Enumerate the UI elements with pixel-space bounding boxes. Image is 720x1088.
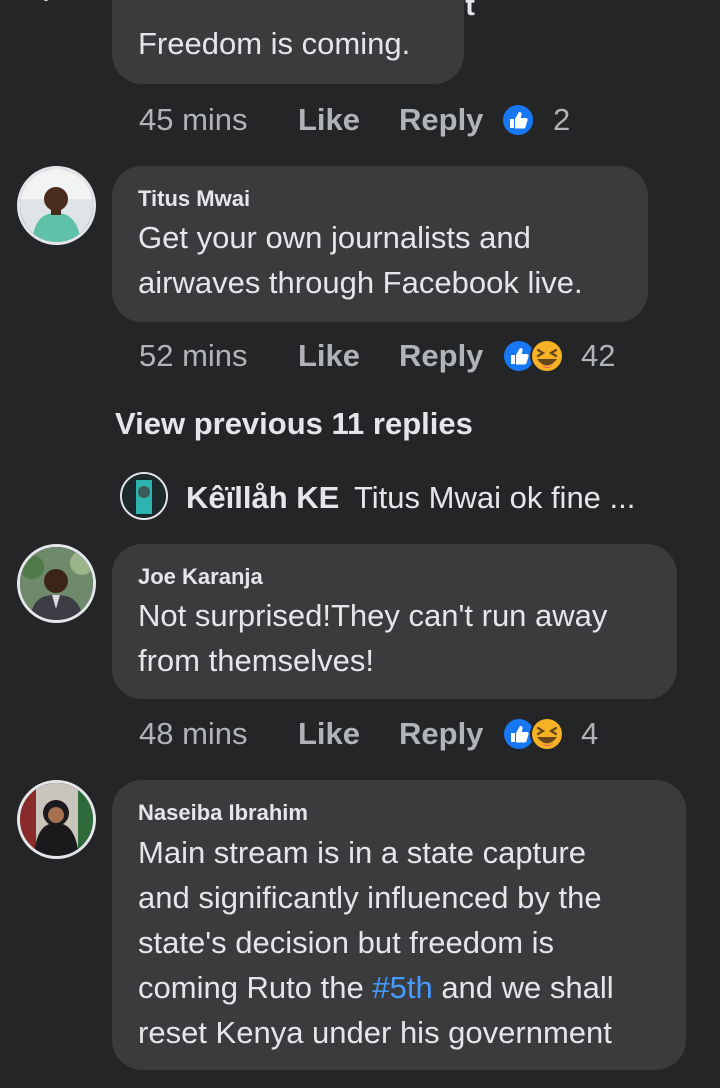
comment-meta-row: 45 mins Like Reply 2 bbox=[139, 102, 599, 142]
commenter-name[interactable]: Naseiba Ibrahim bbox=[138, 800, 308, 826]
commenter-name[interactable]: Titus Mwai bbox=[138, 186, 250, 212]
comment-text-partial: Freedom is coming. bbox=[138, 26, 411, 61]
commenter-name[interactable]: Joe Karanja bbox=[138, 564, 263, 590]
view-previous-replies-link[interactable]: View previous 11 replies bbox=[115, 406, 473, 442]
reaction-count[interactable]: 4 bbox=[581, 716, 598, 752]
comment-text-line: coming Ruto the #5th and we shall bbox=[138, 965, 614, 1010]
comment-text-line: from themselves! bbox=[138, 643, 375, 678]
comment-text-line: airwaves through Facebook live. bbox=[138, 265, 583, 300]
comment-text-line: Get your own journalists and bbox=[138, 220, 531, 255]
comment-text-line: Not surprised!They can't run away bbox=[138, 598, 608, 633]
latest-reply-row[interactable]: Kêïllåh KE Titus Mwai ok fine ... bbox=[120, 472, 720, 522]
comment-meta-row: 48 mins Like Reply 4 bbox=[139, 716, 639, 756]
like-haha-reaction-icon[interactable] bbox=[500, 716, 566, 752]
reply-button[interactable]: Reply bbox=[399, 102, 483, 138]
like-button[interactable]: Like bbox=[298, 716, 360, 752]
reply-button[interactable]: Reply bbox=[399, 716, 483, 752]
comment-bubble[interactable]: Joe Karanja Not surprised!They can't run… bbox=[112, 544, 677, 699]
avatar[interactable] bbox=[17, 166, 96, 245]
comment-bubble[interactable]: Naseiba Ibrahim Main stream is in a stat… bbox=[112, 780, 686, 1070]
reaction-count[interactable]: 2 bbox=[553, 102, 570, 138]
like-haha-reaction-icon[interactable] bbox=[500, 338, 566, 374]
reply-preview-text: Titus Mwai ok fine ... bbox=[354, 480, 636, 515]
comment-text-segment: and we shall bbox=[432, 970, 614, 1005]
like-button[interactable]: Like bbox=[298, 102, 360, 138]
comment-text-line: reset Kenya under his government bbox=[138, 1015, 612, 1050]
comment-text-segment: coming Ruto the bbox=[138, 970, 373, 1005]
like-reaction-icon[interactable] bbox=[500, 102, 536, 138]
avatar[interactable] bbox=[17, 544, 96, 623]
avatar[interactable] bbox=[17, 780, 96, 859]
comment-meta-row: 52 mins Like Reply 42 bbox=[139, 338, 639, 378]
reaction-count[interactable]: 42 bbox=[581, 338, 615, 374]
comment-time: 52 mins bbox=[139, 338, 248, 373]
avatar[interactable] bbox=[120, 472, 168, 520]
comment-text-line: state's decision but freedom is bbox=[138, 925, 555, 960]
comment-bubble-partial[interactable]: Freedom is coming. bbox=[112, 0, 464, 84]
comment-time: 48 mins bbox=[139, 716, 248, 751]
comment-time: 45 mins bbox=[139, 102, 248, 137]
comment-text-line: Main stream is in a state capture bbox=[138, 835, 586, 870]
comment-bubble[interactable]: Titus Mwai Get your own journalists and … bbox=[112, 166, 648, 322]
like-button[interactable]: Like bbox=[298, 338, 360, 374]
reply-button[interactable]: Reply bbox=[399, 338, 483, 374]
hashtag-link[interactable]: #5th bbox=[372, 970, 432, 1005]
reply-author-name[interactable]: Kêïllåh KE bbox=[186, 480, 339, 516]
comment-text-line: and significantly influenced by the bbox=[138, 880, 602, 915]
